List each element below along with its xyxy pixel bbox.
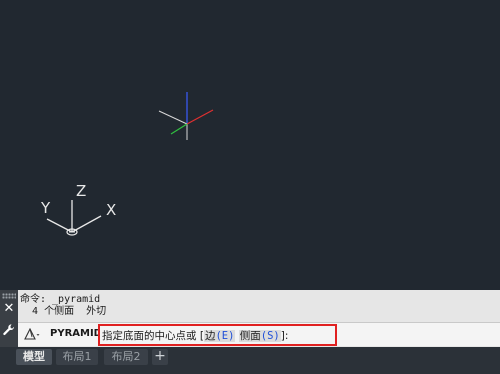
option-edge[interactable]: 边(E) [203,330,236,342]
pyramid-icon[interactable] [24,328,40,342]
command-line[interactable]: PYRAMID 指定底面的中心点或 [边(E) 侧面(S)]: [18,322,500,346]
tab-layout1[interactable]: 布局1 [56,349,98,365]
option-sides[interactable]: 侧面(S) [238,330,281,342]
option-edge-key: (E) [215,330,235,342]
command-prompt[interactable]: 指定底面的中心点或 [边(E) 侧面(S)]: [98,324,337,346]
option-sides-label: 侧面 [239,330,261,342]
history-line: 命令: _pyramid [20,294,101,305]
tab-model[interactable]: 模型 [16,349,52,365]
tab-layout2[interactable]: 布局2 [104,349,148,365]
command-panel-handle[interactable]: ✕ [0,290,18,347]
layout-tab-bar: 模型 布局1 布局2 + [0,347,500,374]
ucs-icon: Z Y X [40,182,116,236]
option-sides-key: (S) [260,330,280,342]
add-layout-button[interactable]: + [152,349,168,365]
prompt-bracket-close: ]: [280,330,289,342]
command-panel: ✕ 命令: _pyramid 4 个侧面 外切 PYRAMID 指定底面的中心点… [0,290,500,347]
chevron-down-icon[interactable] [36,334,40,336]
crosshair-cursor [158,92,214,140]
option-edge-label: 边 [204,330,216,342]
drawing-canvas[interactable]: Z Y X [0,0,500,290]
ucs-z-label: Z [76,182,86,200]
active-command-name: PYRAMID [50,328,102,339]
close-icon[interactable]: ✕ [3,302,15,316]
ucs-y-label: Y [40,199,51,217]
history-line: 4 个侧面 外切 [20,306,107,317]
grip-handle[interactable] [2,293,16,299]
canvas-graphics: Z Y X [40,92,214,236]
ucs-x-label: X [106,201,116,219]
wrench-icon[interactable] [2,323,16,337]
command-history: 命令: _pyramid 4 个侧面 外切 [20,294,490,320]
prompt-text: 指定底面的中心点或 [102,330,197,342]
prompt-bracket-open: [ [196,330,204,342]
